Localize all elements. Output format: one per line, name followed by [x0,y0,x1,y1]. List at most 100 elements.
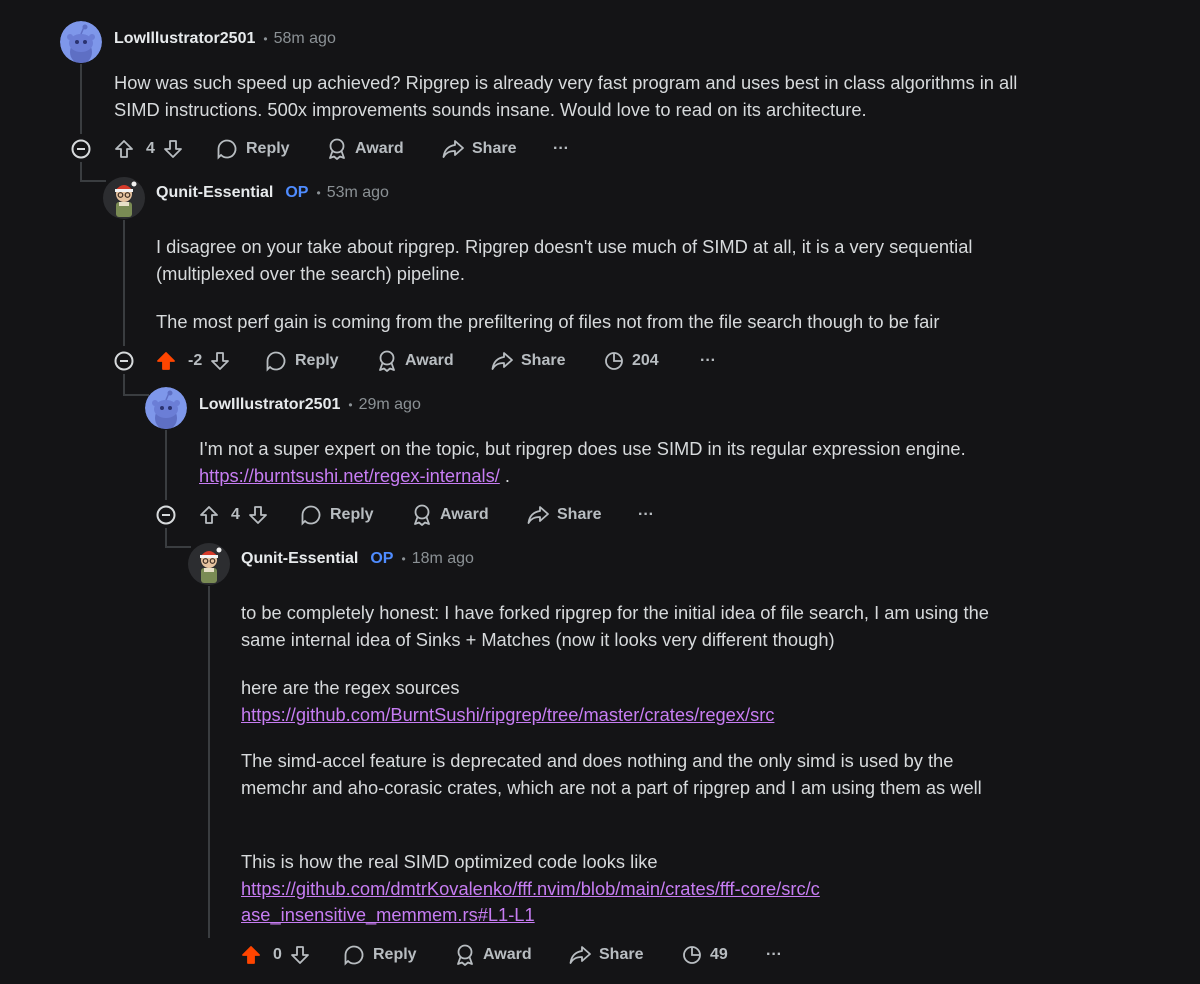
collapse-minus-icon[interactable] [156,505,176,525]
thread-line [123,374,125,396]
reply-bubble-icon [266,351,286,372]
character-avatar-icon[interactable] [188,543,230,585]
downvote-icon[interactable] [210,351,230,371]
username[interactable]: Qunit-Essential [241,550,358,568]
views-count: 49 [710,946,728,963]
fff-nvim-link[interactable]: https://github.com/dmtrKovalenko/fff.nvi… [241,878,820,926]
reply-bubble-icon [344,945,364,966]
separator-dot: • [316,186,321,200]
more-button[interactable]: ··· [553,134,569,164]
reply-label: Reply [246,140,290,157]
vote-score: 4 [231,506,240,523]
reply-button[interactable]: Reply [343,940,417,970]
comment-paragraph: I disagree on your take about ripgrep. R… [156,236,973,284]
username[interactable]: LowIllustrator2501 [199,396,340,414]
separator-dot: • [348,398,353,412]
award-icon [329,138,345,160]
character-avatar-icon[interactable] [103,177,145,219]
downvote-icon[interactable] [248,505,268,525]
comment-paragraph: to be completely honest: I have forked r… [241,602,989,650]
regex-internals-link[interactable]: https://burntsushi.net/regex-internals/ [199,465,500,486]
upvote-icon[interactable] [199,505,219,525]
thread-connector [123,394,149,396]
comment-paragraph: The simd-accel feature is deprecated and… [241,750,982,798]
snoo-avatar-icon[interactable] [145,387,187,429]
reply-bubble-icon [217,139,237,160]
vote-group: 0 [241,940,310,970]
comment-meta: Qunit-Essential OP • 18m ago [241,548,474,570]
share-button[interactable]: Share [527,500,601,530]
views-pie-icon [605,352,623,370]
more-button[interactable]: ··· [766,940,782,970]
share-arrow-icon [442,140,464,158]
reply-button[interactable]: Reply [216,134,290,164]
vote-score: 4 [146,140,155,157]
share-button[interactable]: Share [569,940,643,970]
separator-dot: • [263,32,268,46]
award-button[interactable]: Award [412,500,489,530]
comment-meta: Qunit-Essential OP • 53m ago [156,182,389,204]
vote-score: -2 [188,352,203,369]
award-label: Award [483,946,532,963]
share-arrow-icon [491,352,513,370]
comment-paragraph: The most perf gain is coming from the pr… [156,311,940,332]
share-label: Share [521,352,566,369]
share-label: Share [557,506,602,523]
timestamp[interactable]: 53m ago [327,184,389,202]
thread-line [165,528,167,548]
op-badge: OP [370,550,394,567]
award-button[interactable]: Award [327,134,404,164]
award-button[interactable]: Award [455,940,532,970]
thread-line [80,64,82,134]
reply-label: Reply [373,946,417,963]
ripgrep-regex-link[interactable]: https://github.com/BurntSushi/ripgrep/tr… [241,704,774,725]
views-button[interactable]: 49 [682,940,728,970]
award-icon [457,944,473,966]
more-icon: ··· [700,352,716,369]
vote-group: -2 [156,346,230,376]
more-icon: ··· [553,140,569,157]
comment-paragraph: This is how the real SIMD optimized code… [241,849,821,929]
username[interactable]: Qunit-Essential [156,184,273,202]
more-icon: ··· [638,506,654,523]
views-button[interactable]: 204 [604,346,659,376]
thread-line [165,430,167,500]
timestamp[interactable]: 29m ago [359,396,421,414]
vote-group: 4 [114,134,183,164]
more-button[interactable]: ··· [638,500,654,530]
op-badge: OP [285,184,309,201]
comment-meta: LowIllustrator2501 • 29m ago [199,394,421,416]
award-label: Award [405,352,454,369]
award-icon [379,350,395,372]
upvote-icon[interactable] [156,351,176,371]
reply-bubble-icon [301,505,321,526]
collapse-minus-icon[interactable] [114,351,134,371]
award-button[interactable]: Award [377,346,454,376]
collapse-minus-icon[interactable] [71,139,91,159]
upvote-icon[interactable] [241,945,261,965]
share-button[interactable]: Share [442,134,516,164]
reply-label: Reply [295,352,339,369]
downvote-icon[interactable] [163,139,183,159]
trailing-text: . [499,464,510,486]
views-count: 204 [632,352,659,369]
comment-text: I'm not a super expert on the topic, but… [199,438,966,459]
more-button[interactable]: ··· [700,346,716,376]
snoo-avatar-icon[interactable] [60,21,102,63]
comment-paragraph: here are the regex sources https://githu… [241,675,1021,728]
username[interactable]: LowIllustrator2501 [114,30,255,48]
share-button[interactable]: Share [491,346,565,376]
award-icon [414,504,430,526]
separator-dot: • [401,552,406,566]
award-label: Award [440,506,489,523]
downvote-icon[interactable] [290,945,310,965]
more-icon: ··· [766,946,782,963]
reply-button[interactable]: Reply [300,500,374,530]
reply-button[interactable]: Reply [265,346,339,376]
timestamp[interactable]: 18m ago [412,550,474,568]
award-label: Award [355,140,404,157]
thread-connector [80,180,106,182]
upvote-icon[interactable] [114,139,134,159]
timestamp[interactable]: 58m ago [274,30,336,48]
comment-meta: LowIllustrator2501 • 58m ago [114,28,336,50]
